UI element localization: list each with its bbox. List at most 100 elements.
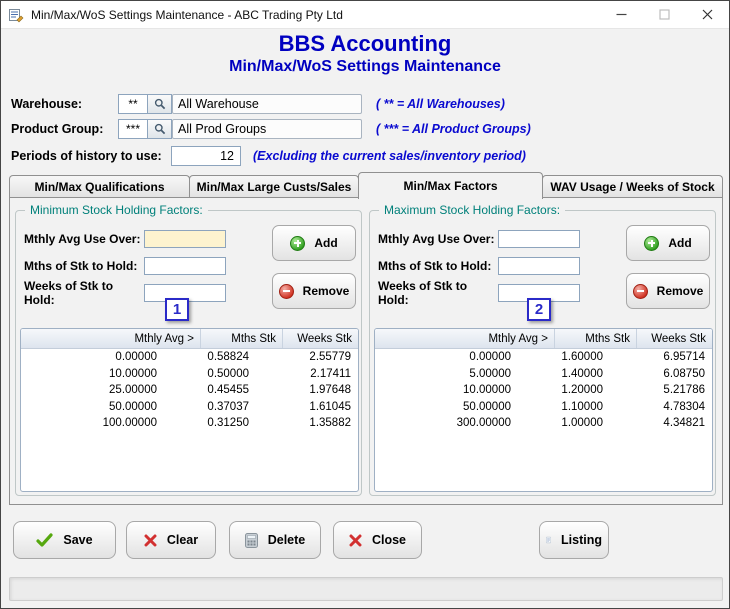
cell: 5.21786 (663, 384, 705, 397)
minimum-groupbox-title: Minimum Stock Holding Factors: (25, 203, 208, 217)
maximum-factors-groupbox: Maximum Stock Holding Factors: Mthly Avg… (369, 203, 716, 496)
window-title: Min/Max/WoS Settings Maintenance - ABC T… (31, 7, 343, 22)
product-group-code-input[interactable] (118, 119, 148, 139)
close-button[interactable]: Close (333, 521, 422, 559)
delete-button-label: Delete (267, 533, 306, 547)
cell: 0.00000 (469, 351, 511, 364)
title-bar: Min/Max/WoS Settings Maintenance - ABC T… (1, 1, 729, 29)
table-row[interactable]: 100.00000 0.31250 1.35882 (21, 415, 358, 432)
periods-input[interactable] (171, 146, 241, 166)
min-avg-row: Mthly Avg Use Over: (24, 229, 226, 249)
table-row[interactable]: 10.00000 1.20000 5.21786 (375, 382, 712, 399)
minus-icon (632, 283, 648, 299)
product-group-label: Product Group: (11, 122, 104, 136)
annotation-marker-1: 1 (165, 298, 189, 321)
tab-minmax-large-custs-sales[interactable]: Min/Max Large Custs/Sales (189, 175, 359, 198)
tab-minmax-factors[interactable]: Min/Max Factors (358, 172, 543, 199)
tab-minmax-qualifications[interactable]: Min/Max Qualifications (9, 175, 190, 198)
cell: 1.10000 (561, 400, 603, 413)
clear-button[interactable]: Clear (126, 521, 216, 559)
remove-button-label: Remove (656, 284, 704, 298)
cell: 6.08750 (663, 367, 705, 380)
table-row[interactable]: 10.00000 0.50000 2.17411 (21, 366, 358, 383)
max-mths-input[interactable] (498, 257, 580, 275)
cell: 300.00000 (456, 417, 511, 430)
minmax-factors-panel: Minimum Stock Holding Factors: Mthly Avg… (9, 197, 723, 505)
add-button-label: Add (314, 236, 338, 250)
calculator-icon (244, 532, 258, 548)
save-button[interactable]: Save (13, 521, 116, 559)
min-mths-input[interactable] (144, 257, 226, 275)
cell: 0.45455 (207, 384, 249, 397)
periods-note: (Excluding the current sales/inventory p… (253, 149, 526, 163)
table-row[interactable]: 50.00000 0.37037 1.61045 (21, 399, 358, 416)
product-group-lookup-button[interactable] (148, 119, 172, 139)
min-factors-table[interactable]: Mthly Avg > Mths Stk Weeks Stk 0.00000 0… (20, 328, 359, 492)
min-add-button[interactable]: Add (272, 225, 356, 261)
column-header: Weeks Stk (297, 332, 352, 345)
warehouse-label: Warehouse: (11, 97, 83, 111)
max-factors-table[interactable]: Mthly Avg > Mths Stk Weeks Stk 0.00000 1… (374, 328, 713, 492)
cell: 1.97648 (309, 384, 351, 397)
periods-row: Periods of history to use: (Excluding th… (11, 145, 526, 167)
maximize-button[interactable] (643, 1, 686, 28)
min-mths-row: Mths of Stk to Hold: (24, 256, 226, 276)
cell: 0.31250 (207, 417, 249, 430)
window-controls (600, 1, 729, 28)
close-window-button[interactable] (686, 1, 729, 28)
red-x-icon (144, 534, 157, 546)
table-row[interactable]: 25.00000 0.45455 1.97648 (21, 382, 358, 399)
warehouse-note: ( ** = All Warehouses) (376, 97, 505, 111)
min-avg-input[interactable] (144, 230, 226, 248)
add-button-label: Add (668, 236, 692, 250)
document-icon (546, 536, 552, 544)
max-add-button[interactable]: Add (626, 225, 710, 261)
minimize-button[interactable] (600, 1, 643, 28)
tab-wav-usage-weeks-of-stock[interactable]: WAV Usage / Weeks of Stock (542, 175, 723, 198)
cell: 10.00000 (463, 384, 511, 397)
max-weeks-label: Weeks of Stk to Hold: (378, 279, 468, 307)
tab-bar: Min/Max Qualifications Min/Max Large Cus… (9, 171, 723, 199)
maximize-icon (659, 9, 670, 20)
table-row[interactable]: 0.00000 0.58824 2.55779 (21, 349, 358, 366)
max-mths-row: Mths of Stk to Hold: (378, 256, 580, 276)
max-avg-input[interactable] (498, 230, 580, 248)
delete-button[interactable]: Delete (229, 521, 321, 559)
cell: 1.40000 (561, 367, 603, 380)
listing-button[interactable]: Listing (539, 521, 609, 559)
min-weeks-label: Weeks of Stk to Hold: (24, 279, 114, 307)
cell: 1.35882 (309, 417, 351, 430)
cell: 1.00000 (561, 417, 603, 430)
action-bar: Save Clear Delete Close Listing (1, 519, 729, 565)
cell: 0.00000 (115, 351, 157, 364)
column-header: Weeks Stk (651, 332, 706, 345)
max-mths-label: Mths of Stk to Hold: (378, 259, 492, 273)
table-row[interactable]: 5.00000 1.40000 6.08750 (375, 366, 712, 383)
magnifier-icon (154, 98, 165, 110)
warehouse-row: Warehouse: ( ** = All Warehouses) (11, 93, 505, 115)
app-icon (8, 7, 24, 23)
table-row[interactable]: 50.00000 1.10000 4.78304 (375, 399, 712, 416)
annotation-marker-2: 2 (527, 298, 551, 321)
column-header: Mthly Avg > (375, 329, 555, 348)
minus-icon (278, 283, 294, 299)
warehouse-lookup-button[interactable] (148, 94, 172, 114)
column-header: Mths Stk (201, 329, 283, 348)
cell: 0.50000 (207, 367, 249, 380)
page-title: Min/Max/WoS Settings Maintenance (229, 58, 501, 75)
column-header: Mths Stk (555, 329, 637, 348)
product-group-name-input[interactable] (172, 119, 362, 139)
save-button-label: Save (63, 533, 93, 547)
table-row[interactable]: 300.00000 1.00000 4.34821 (375, 415, 712, 432)
max-avg-label: Mthly Avg Use Over: (378, 232, 495, 246)
warehouse-name-input[interactable] (172, 94, 362, 114)
close-button-label: Close (371, 533, 407, 547)
table-row[interactable]: 0.00000 1.60000 6.95714 (375, 349, 712, 366)
warehouse-code-input[interactable] (118, 94, 148, 114)
close-icon (702, 9, 713, 20)
min-mths-label: Mths of Stk to Hold: (24, 259, 138, 273)
minimize-icon (616, 13, 627, 16)
min-remove-button[interactable]: Remove (272, 273, 356, 309)
plus-icon (290, 235, 306, 251)
max-remove-button[interactable]: Remove (626, 273, 710, 309)
